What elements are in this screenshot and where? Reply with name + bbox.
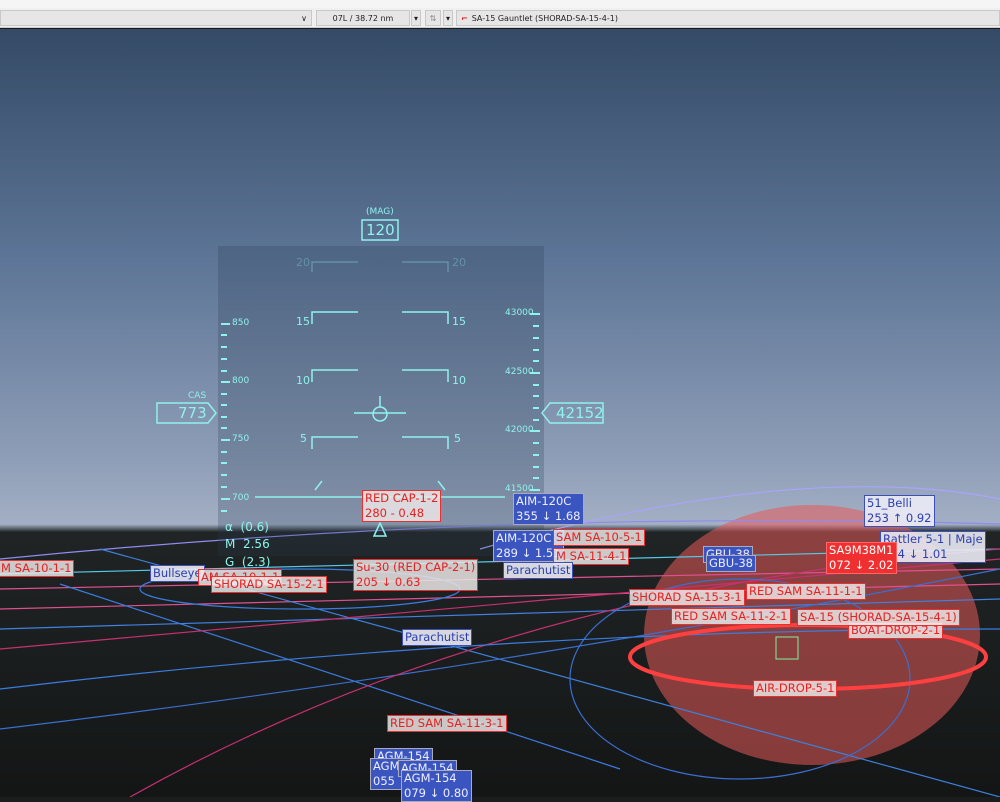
object-label[interactable]: AIM-120C 355 ↓ 1.68 (513, 493, 584, 525)
alt-tick: 42500 (505, 367, 534, 377)
pitch-label: 5 (454, 432, 461, 445)
speed-tick: 850 (232, 318, 250, 328)
heading-value: 120 (366, 221, 395, 239)
pitch-label: 10 (452, 374, 466, 387)
speed-tick: 800 (232, 376, 250, 386)
toolbar: ∨ 07L / 38.72 nm ▾ ⇅ ▾ ⌐ SA-15 Gauntlet … (0, 8, 1000, 28)
object-select[interactable]: ∨ (0, 10, 312, 26)
object-label[interactable]: SHORAD SA-15-3-1 (629, 589, 745, 606)
pitch-label: 20 (296, 256, 310, 269)
object-label[interactable]: SAM SA-10-5-1 (553, 529, 645, 546)
pitch-label: 10 (296, 374, 310, 387)
object-label[interactable]: Su-30 (RED CAP-2-1) 205 ↓ 0.63 (353, 559, 479, 591)
heading-label: (MAG) (366, 207, 394, 217)
object-label[interactable]: GBU-38 (706, 555, 757, 572)
cas-value: 773 (178, 404, 207, 422)
alt-tick: 42000 (505, 425, 534, 435)
3d-viewport[interactable]: (MAG) 120 CAS 773 42152 850 800 750 700 … (0, 29, 1000, 802)
object-label[interactable]: RED SAM SA-11-2-1 (671, 608, 791, 625)
pitch-label: 15 (452, 315, 466, 328)
altitude-value: 42152 (556, 404, 604, 422)
speed-tick: 700 (232, 493, 250, 503)
object-label[interactable]: SA9M38M1 072 ↓ 2.02 (826, 542, 897, 574)
title-strip (0, 0, 1000, 8)
sam-icon: ⌐ (461, 13, 468, 23)
object-label[interactable]: 51_Belli 253 ↑ 0.92 (864, 495, 935, 527)
target-field[interactable]: ⌐ SA-15 Gauntlet (SHORAD-SA-15-4-1) (456, 10, 1000, 26)
alpha-readout: α (0.6) (225, 520, 269, 534)
speed-tick: 750 (232, 434, 250, 444)
cas-label: CAS (188, 391, 207, 401)
object-label[interactable]: Parachutist (503, 562, 574, 579)
object-label[interactable]: M SA-10-1-1 (0, 560, 75, 577)
range-field[interactable]: 07L / 38.72 nm (316, 10, 410, 26)
object-label[interactable]: RED SAM SA-11-1-1 (746, 583, 866, 600)
pitch-label: 20 (452, 256, 466, 269)
target-name: SA-15 Gauntlet (SHORAD-SA-15-4-1) (471, 13, 618, 23)
object-label[interactable]: SHORAD SA-15-2-1 (211, 576, 327, 593)
target-mode-icon[interactable]: ⇅ (425, 10, 441, 26)
object-label[interactable]: Parachutist (402, 629, 473, 646)
target-dropdown-button[interactable]: ▾ (443, 10, 453, 26)
scene-lines (0, 219, 1000, 797)
object-label[interactable]: AGM-154 079 ↓ 0.80 (401, 770, 472, 802)
object-label[interactable]: RED CAP-1-2 280 - 0.48 (362, 490, 442, 522)
object-label[interactable]: Bullseye (150, 565, 205, 582)
alt-tick: 43000 (505, 308, 534, 318)
object-label[interactable]: RED SAM SA-11-3-1 (387, 715, 507, 732)
pitch-label: 15 (296, 315, 310, 328)
g-readout: G (2.3) (225, 555, 271, 569)
object-label[interactable]: AIR-DROP-5-1 (753, 680, 838, 697)
pitch-label: 5 (300, 432, 307, 445)
chevron-down-icon: ∨ (301, 13, 307, 23)
object-label[interactable]: SA-15 (SHORAD-SA-15-4-1) (797, 609, 960, 626)
mach-readout: M 2.56 (225, 537, 270, 551)
range-dropdown-button[interactable]: ▾ (411, 10, 421, 26)
